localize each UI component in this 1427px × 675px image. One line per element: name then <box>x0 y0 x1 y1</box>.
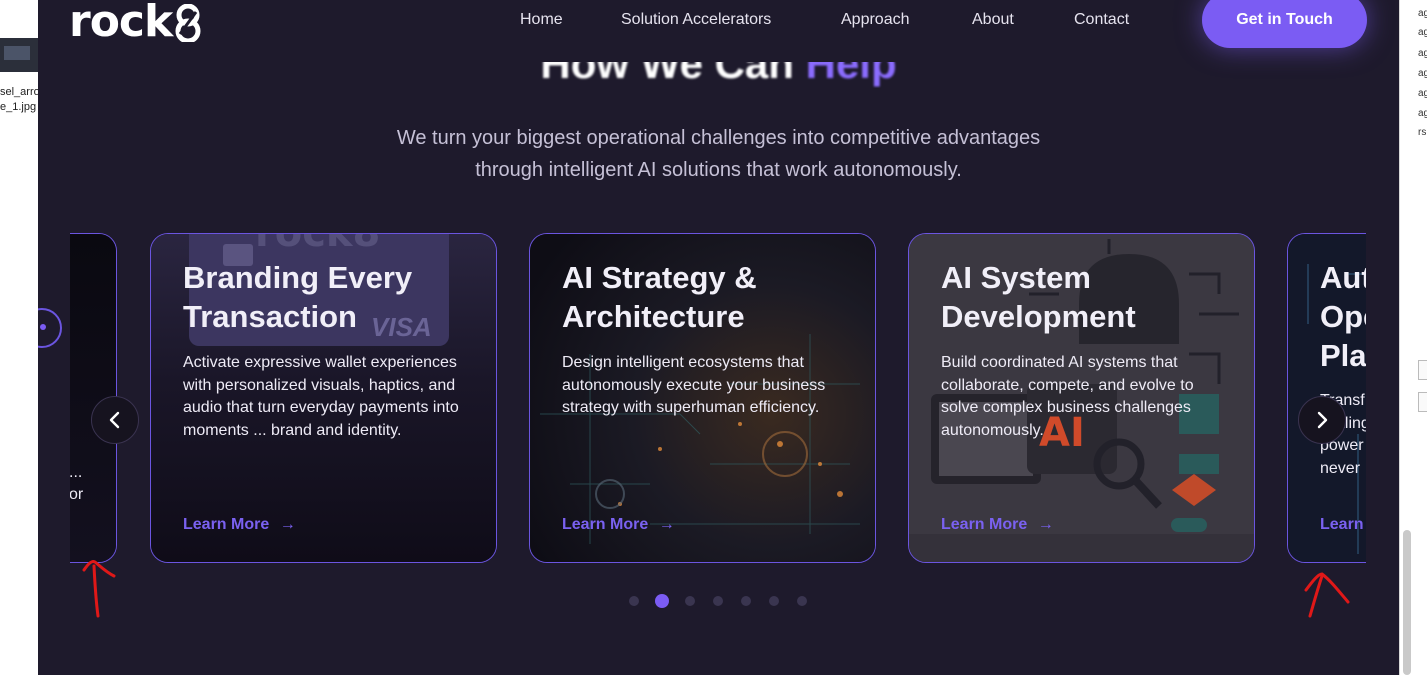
editor-text-fragment: ag <box>1418 8 1427 19</box>
annotation-arrow-right <box>1304 572 1350 618</box>
card-description: Activate expressive wallet experiences w… <box>183 354 459 439</box>
file-thumbnail[interactable] <box>0 38 38 72</box>
card-background-text: rock8 <box>255 234 380 256</box>
section-heading: How We Can Help <box>38 40 1399 88</box>
logo-wordmark: rock <box>69 0 173 47</box>
annotation-arrow-left <box>82 560 116 618</box>
services-carousel: ... or rock8 VISA Branding Every Tra <box>70 233 1366 563</box>
editor-text-fragment: ag <box>1418 48 1427 59</box>
file-explorer-panel: sel_arro e_1.jpg <box>0 0 38 675</box>
card-title: AI Strategy & Architecture <box>562 260 757 334</box>
arrow-right-icon: → <box>1037 516 1054 533</box>
card-title: AI System Development <box>941 260 1136 334</box>
chevron-left-icon <box>109 411 120 429</box>
carousel-dot-active[interactable] <box>655 594 669 608</box>
learn-more-label: Learn More <box>941 516 1028 533</box>
learn-more-link[interactable]: Learn More → <box>183 516 296 534</box>
carousel-dot[interactable] <box>769 596 779 606</box>
card-description-line: never <box>1320 459 1361 477</box>
subtitle-line: through intelligent AI solutions that wo… <box>475 159 962 181</box>
service-card-branding[interactable]: rock8 VISA Branding Every Transaction Ac… <box>150 233 497 563</box>
get-in-touch-button[interactable]: Get in Touch <box>1202 0 1367 48</box>
learn-more-label: Learn More <box>183 516 270 533</box>
editor-field[interactable] <box>1418 392 1427 412</box>
editor-text-fragment: rs <box>1418 127 1427 138</box>
learn-more-link[interactable]: Learn More → <box>562 516 675 534</box>
carousel-dot[interactable] <box>629 596 639 606</box>
learn-more-label: Learn More <box>562 516 649 533</box>
card-description-fragment: or <box>70 486 84 503</box>
learn-more-link[interactable]: Learn More → <box>941 516 1054 534</box>
heading-main-text: How We Can <box>540 40 806 87</box>
card-title-line: Pla <box>1320 338 1366 373</box>
carousel-dot[interactable] <box>797 596 807 606</box>
editor-text-fragment: ag <box>1418 88 1427 99</box>
logo-eight-icon <box>175 4 201 42</box>
card-title-line: Aut <box>1320 260 1366 295</box>
side-indicator <box>38 308 62 348</box>
subtitle-line: We turn your biggest operational challen… <box>396 127 1041 149</box>
card-title: Branding Every Transaction <box>183 260 413 334</box>
editor-text-fragment: ag <box>1418 68 1427 79</box>
site-logo[interactable]: rock <box>69 0 202 47</box>
service-card-ai-system[interactable]: AI AI System Development Build coordinat… <box>908 233 1255 563</box>
nav-about[interactable]: About <box>972 11 1014 29</box>
nav-contact[interactable]: Contact <box>1074 11 1129 29</box>
editor-field[interactable] <box>1418 360 1427 380</box>
nav-solution-accelerators[interactable]: Solution Accelerators <box>621 11 771 29</box>
learn-more-link[interactable]: Learn <box>1320 516 1364 534</box>
card-description-fragment: ... <box>70 464 83 481</box>
heading-accent-text: Help <box>805 40 897 87</box>
editor-panel: ag ag ag ag ag ag rs <box>1399 0 1427 675</box>
carousel-dot[interactable] <box>713 596 723 606</box>
service-card-ai-strategy[interactable]: AI Strategy & Architecture Design intell… <box>529 233 876 563</box>
carousel-dot[interactable] <box>685 596 695 606</box>
chevron-right-icon <box>1317 411 1328 429</box>
nav-approach[interactable]: Approach <box>841 11 910 29</box>
file-name[interactable]: e_1.jpg <box>0 101 36 113</box>
card-title-fragment: Aut Ope Pla <box>1320 258 1366 375</box>
section-subtitle: We turn your biggest operational challen… <box>38 122 1399 186</box>
arrow-right-icon: → <box>279 516 296 533</box>
card-description: Build coordinated AI systems that collab… <box>941 354 1194 439</box>
nav-home[interactable]: Home <box>520 11 563 29</box>
carousel-next-button[interactable] <box>1298 396 1346 444</box>
editor-text-fragment: ag <box>1418 108 1427 119</box>
card-description: Design intelligent ecosystems that auton… <box>562 354 826 416</box>
scrollbar-thumb[interactable] <box>1403 530 1411 675</box>
website-viewport: rock Home Solution Accelerators Approach… <box>38 0 1399 675</box>
card-title-line: Ope <box>1320 299 1366 334</box>
file-name[interactable]: sel_arro <box>0 86 38 98</box>
carousel-dot[interactable] <box>741 596 751 606</box>
arrow-right-icon: → <box>658 516 675 533</box>
carousel-prev-button[interactable] <box>91 396 139 444</box>
editor-text-fragment: ag <box>1418 27 1427 38</box>
